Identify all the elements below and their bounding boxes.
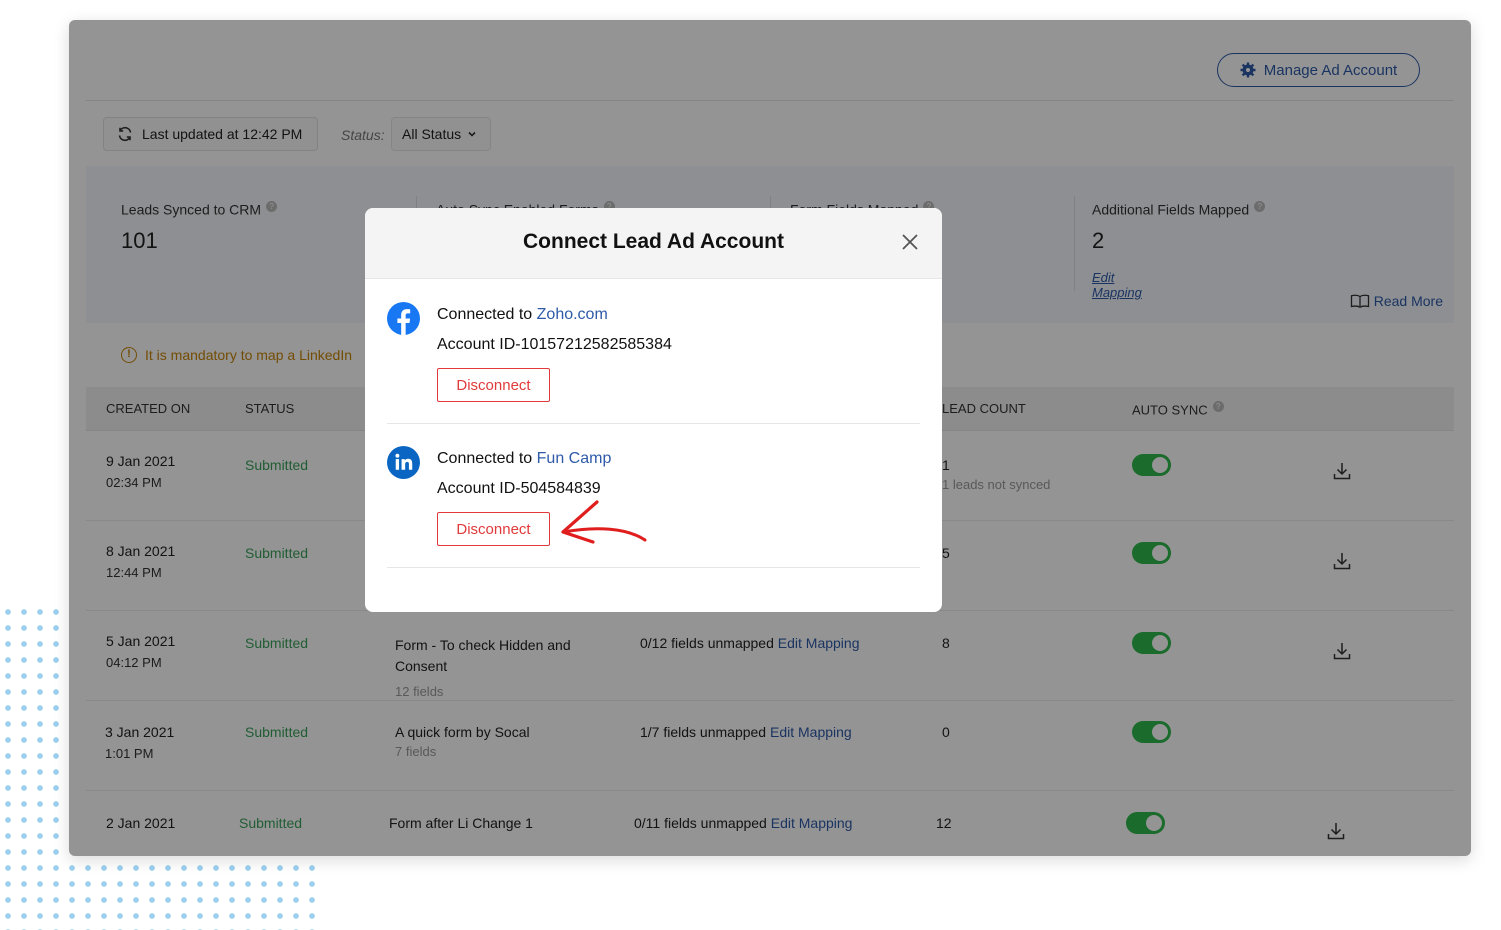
account-id: Account ID-10157212582585384 [437,336,672,353]
account-name-link[interactable]: Fun Camp [537,450,612,467]
close-icon[interactable] [900,232,920,252]
connected-account-facebook: Connected to Zoho.com Account ID-1015721… [387,280,920,424]
connected-account-linkedin: Connected to Fun Camp Account ID-5045848… [387,424,920,568]
dialog-header: Connect Lead Ad Account [365,208,942,279]
connected-prefix: Connected to [437,450,533,467]
disconnect-button[interactable]: Disconnect [437,368,550,402]
account-name-link[interactable]: Zoho.com [537,306,608,323]
disconnect-button[interactable]: Disconnect [437,512,550,546]
facebook-icon [387,302,420,335]
linkedin-icon [387,446,420,479]
annotation-arrow-icon [561,500,647,544]
dialog-title: Connect Lead Ad Account [523,230,784,253]
connect-lead-ad-account-dialog: Connect Lead Ad Account Connected to Zoh… [365,208,942,612]
connected-prefix: Connected to [437,306,533,323]
